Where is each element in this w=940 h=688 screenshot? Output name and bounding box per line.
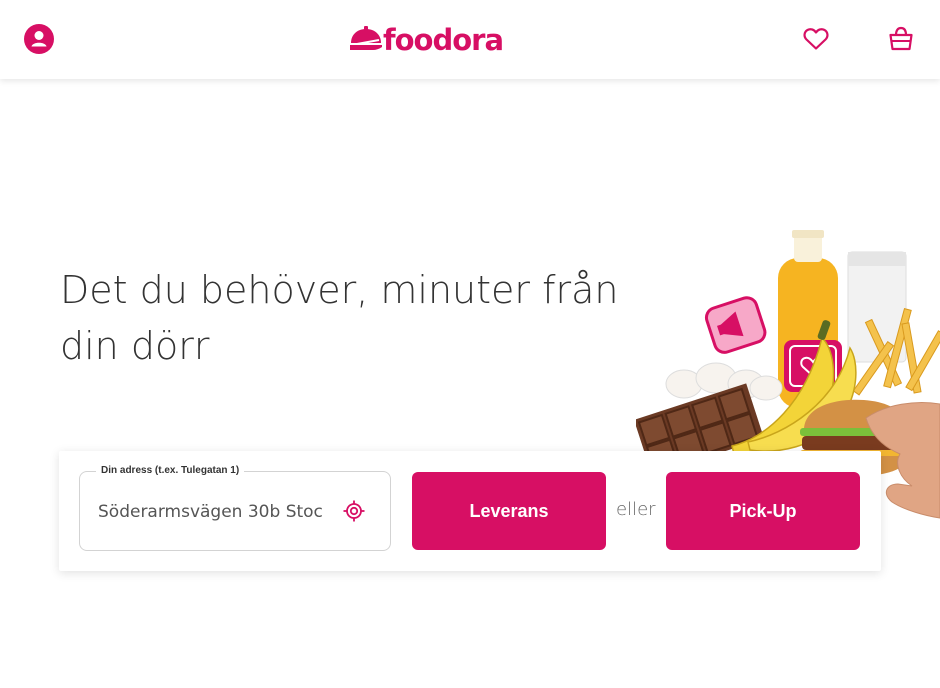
address-input[interactable]	[98, 498, 322, 526]
address-search-card: Din adress (t.ex. Tulegatan 1) Leverans …	[59, 451, 881, 571]
favorites-button[interactable]	[803, 27, 829, 51]
basket-icon	[889, 26, 913, 51]
account-icon	[24, 24, 54, 54]
hero-headline-line1: Det du behöver, minuter från	[60, 268, 619, 312]
locate-me-button[interactable]	[343, 500, 365, 522]
heart-icon	[803, 28, 829, 50]
address-field[interactable]: Din adress (t.ex. Tulegatan 1)	[79, 464, 391, 551]
hero-headline-line2: din dörr	[60, 324, 210, 368]
logo-mark-icon	[350, 26, 382, 50]
foodora-logo[interactable]: foodora	[349, 22, 504, 58]
address-field-label: Din adress (t.ex. Tulegatan 1)	[96, 464, 245, 478]
megaphone-badge	[704, 296, 767, 354]
locate-icon	[343, 500, 365, 522]
top-navbar: foodora	[0, 0, 940, 79]
delivery-button[interactable]: Leverans	[412, 472, 606, 550]
or-separator: eller	[616, 499, 656, 520]
cart-button[interactable]	[889, 26, 913, 52]
hero-headline: Det du behöver, minuter från din dörr	[60, 262, 620, 374]
account-button[interactable]	[24, 24, 54, 54]
logo-wordmark: foodora	[383, 22, 504, 57]
pickup-button[interactable]: Pick-Up	[666, 472, 860, 550]
